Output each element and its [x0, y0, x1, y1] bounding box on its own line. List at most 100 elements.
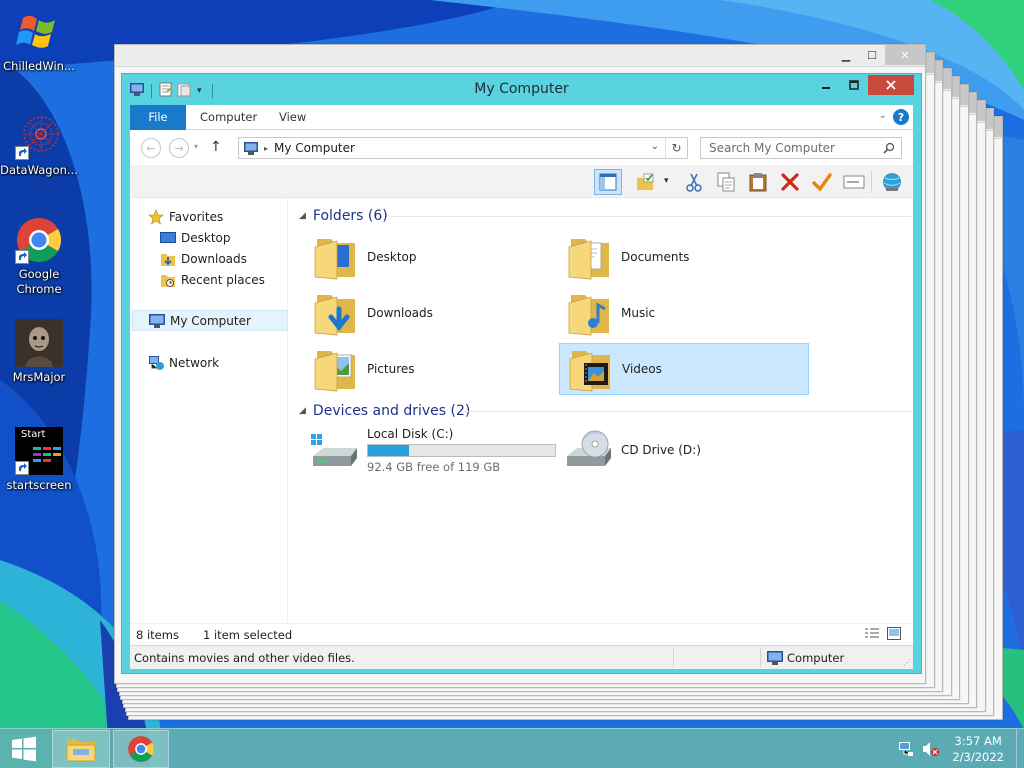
breadcrumb-chevron-icon[interactable]: ▸ [264, 144, 268, 153]
paste-icon[interactable] [744, 169, 772, 195]
explorer-window[interactable]: ▾ My Computer File Computer View ⌄ ? ← →… [121, 73, 922, 674]
desktop-icon-mrsmajor[interactable]: MrsMajor [0, 319, 78, 385]
up-button[interactable]: ↑ [210, 139, 222, 155]
drive-usage-bar [367, 443, 556, 457]
checkmark-icon[interactable] [808, 169, 836, 195]
maximize-icon: ☐ [867, 48, 877, 62]
maximize-button[interactable] [840, 75, 868, 95]
folder-label: Videos [622, 362, 662, 376]
network-tray-icon[interactable] [898, 741, 914, 760]
drive-usage-fill [368, 444, 410, 456]
fractal-shortcut-icon [15, 112, 63, 160]
drive-tile-cd-d[interactable]: CD Drive (D:) [559, 424, 809, 476]
taskbar-google-chrome[interactable] [113, 730, 169, 768]
desktop-icon-label: MrsMajor [12, 370, 66, 384]
forward-button[interactable]: → [169, 138, 189, 158]
expand-ribbon-chevron-icon[interactable]: ⌄ [879, 110, 887, 121]
preview-pane-icon[interactable] [594, 169, 622, 195]
file-explorer-icon [66, 739, 96, 762]
nav-recent-places[interactable]: Recent places [160, 269, 265, 290]
properties-folder-icon[interactable] [632, 169, 660, 195]
drives-group-header[interactable]: ◢ Devices and drives (2) [299, 401, 470, 421]
folders-group-header[interactable]: ◢ Folders (6) [299, 206, 388, 226]
downloads-small-icon [160, 251, 176, 267]
collapse-triangle-icon: ◢ [299, 211, 306, 221]
nav-downloads[interactable]: Downloads [160, 248, 247, 269]
details-view-icon[interactable] [865, 628, 879, 643]
address-path[interactable]: My Computer [274, 141, 355, 155]
tab-file[interactable]: File [130, 105, 186, 130]
close-icon: ✕ [885, 45, 925, 65]
ribbon-tab-bar: File Computer View ⌄ ? [130, 105, 913, 130]
desktop-icon-startscreen[interactable]: Start startscreen [0, 427, 78, 493]
delete-icon[interactable] [776, 169, 804, 195]
folder-tile-documents[interactable]: Documents [559, 231, 809, 283]
downloads-folder-icon [311, 289, 359, 337]
folder-tile-videos[interactable]: Videos [559, 343, 809, 395]
help-icon[interactable]: ? [893, 109, 909, 125]
folder-tile-desktop[interactable]: Desktop [305, 231, 555, 283]
computer-small-icon [244, 141, 258, 155]
taskbar-file-explorer[interactable] [52, 730, 110, 768]
location-label: Computer [787, 651, 845, 665]
show-desktop-button[interactable] [1016, 729, 1024, 768]
window-title: My Computer [474, 81, 569, 97]
collapse-triangle-icon: ◢ [299, 406, 306, 416]
search-input[interactable]: Search My Computer [700, 137, 902, 159]
nav-network-label: Network [169, 355, 220, 370]
desktop-icon-label: startscreen [6, 478, 72, 492]
drives-group-title: Devices and drives (2) [312, 403, 471, 419]
windows-start-icon [12, 736, 36, 762]
minimize-button[interactable] [812, 75, 840, 95]
start-button[interactable] [0, 730, 48, 768]
nav-favorites[interactable]: Favorites [148, 206, 223, 227]
startscreen-app-icon: Start [15, 427, 63, 475]
folder-tile-pictures[interactable]: Pictures [305, 343, 555, 395]
chrome-icon [15, 216, 63, 264]
tab-computer[interactable]: Computer [200, 105, 257, 130]
network-globe-icon[interactable] [878, 169, 906, 195]
recent-locations-dropdown[interactable]: ▾ [194, 142, 198, 151]
search-placeholder: Search My Computer [709, 141, 835, 155]
items-view: ◢ Folders (6) Desktop Documents Download… [295, 198, 913, 623]
cut-icon[interactable] [680, 169, 708, 195]
close-button[interactable] [868, 75, 914, 95]
folder-tile-downloads[interactable]: Downloads [305, 287, 555, 339]
properties-dropdown-icon[interactable]: ▾ [664, 176, 669, 186]
star-icon [148, 208, 164, 225]
tab-view[interactable]: View [279, 105, 306, 130]
desktop-folder-icon [311, 233, 359, 281]
computer-small-icon [767, 651, 783, 668]
minimize-icon: ▁ [841, 48, 851, 62]
shortcut-arrow-icon [15, 146, 29, 160]
desktop-icon-label: ChilledWin... [3, 59, 75, 73]
rename-icon[interactable] [840, 169, 868, 195]
videos-folder-icon [566, 345, 614, 393]
address-dropdown-icon[interactable]: ⌄ [651, 141, 659, 152]
nav-favorites-label: Favorites [169, 209, 224, 224]
large-icons-view-icon[interactable] [887, 627, 901, 643]
desktop-icon-datawagon[interactable]: DataWagon... [0, 112, 78, 178]
recent-places-icon [160, 272, 176, 288]
nav-my-computer-label: My Computer [170, 313, 251, 328]
desktop-icon-google-chrome[interactable]: Google Chrome [0, 216, 78, 297]
nav-my-computer[interactable]: My Computer [132, 310, 288, 331]
desktop-small-icon [160, 230, 176, 246]
drive-tile-local-disk-c[interactable]: Local Disk (C:) 92.4 GB free of 119 GB [305, 424, 556, 476]
refresh-icon[interactable]: ↻ [665, 138, 687, 158]
system-clock[interactable]: 3:57 AM 2/3/2022 [952, 733, 1004, 765]
resize-grip-icon[interactable]: ⋰ [903, 658, 911, 667]
search-icon[interactable] [883, 142, 895, 157]
mrsmajor-image-icon [15, 319, 63, 367]
folder-tile-music[interactable]: Music [559, 287, 809, 339]
title-bar[interactable]: ▾ My Computer [122, 74, 921, 105]
volume-muted-tray-icon[interactable] [922, 741, 940, 760]
nav-desktop[interactable]: Desktop [160, 227, 231, 248]
command-toolbar: ▾ [130, 165, 913, 198]
desktop-icon-chilledwin[interactable]: ChilledWin... [0, 8, 78, 74]
nav-network[interactable]: Network [148, 352, 219, 373]
address-bar[interactable]: ▸ My Computer ⌄ ↻ [238, 137, 688, 159]
back-button[interactable]: ← [141, 138, 161, 158]
copy-icon[interactable] [712, 169, 740, 195]
nav-desktop-label: Desktop [181, 230, 231, 245]
